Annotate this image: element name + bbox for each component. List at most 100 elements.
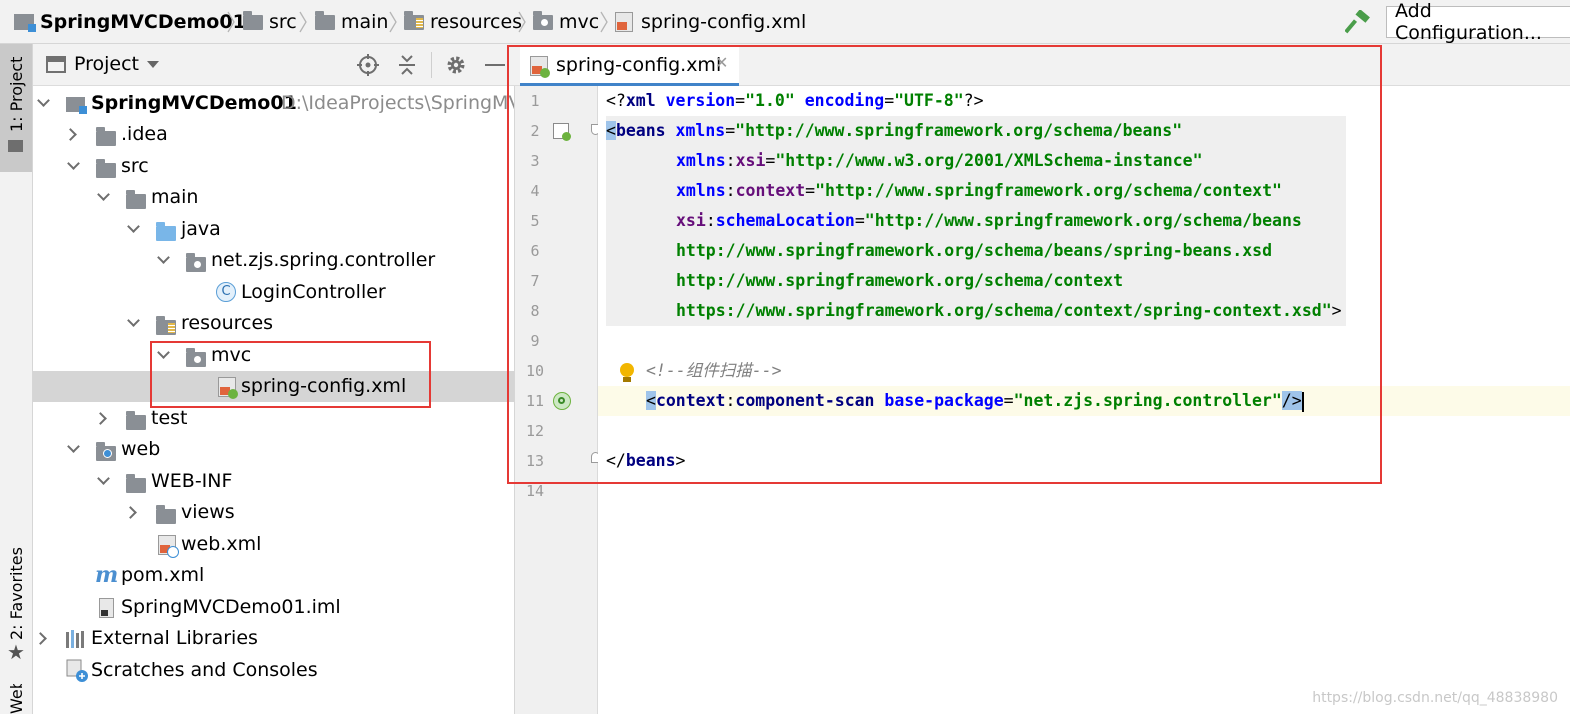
line-number: 3: [530, 152, 540, 170]
hide-icon[interactable]: [485, 64, 505, 66]
line-number: 14: [525, 482, 545, 500]
tree-item-views[interactable]: views: [33, 497, 514, 528]
tree-item-spring-config[interactable]: spring-config.xml: [33, 371, 514, 402]
code-line-13: </beans>: [606, 451, 686, 470]
tree-item-label: views: [181, 501, 235, 523]
line-number: 5: [530, 212, 540, 230]
breadcrumb-main[interactable]: main: [315, 0, 388, 44]
line-number: 6: [530, 242, 540, 260]
line-number: 1: [530, 92, 540, 110]
add-configuration-button[interactable]: Add Configuration...: [1386, 0, 1570, 44]
tree-item-java[interactable]: java: [33, 214, 514, 245]
code-line-5: xsi:schemaLocation="http://www.springfra…: [676, 211, 1302, 230]
project-view-selector[interactable]: Project: [74, 53, 139, 75]
tree-item-root[interactable]: SpringMVCDemo01 D:\IdeaProjects\SpringMV…: [33, 88, 515, 119]
project-tree[interactable]: SpringMVCDemo01 D:\IdeaProjects\SpringMV…: [33, 86, 515, 714]
breadcrumb-resources[interactable]: resources: [404, 0, 522, 44]
maven-icon: m: [95, 562, 119, 588]
line-number: 8: [530, 302, 540, 320]
module-icon: [14, 14, 36, 32]
code-editor[interactable]: <?xml version="1.0" encoding="UTF-8"?> <…: [598, 86, 1570, 714]
resources-folder-icon: [156, 316, 176, 335]
code-line-7: http://www.springframework.org/schema/co…: [676, 271, 1124, 290]
breadcrumb-label: spring-config.xml: [641, 11, 807, 33]
chevron-down-icon[interactable]: [147, 60, 159, 70]
folder-icon: [126, 474, 146, 493]
close-icon[interactable]: ✕: [715, 53, 728, 72]
tree-item-label: .idea: [121, 123, 168, 145]
spring-bean-gutter-icon[interactable]: [553, 123, 571, 141]
tree-item-label: WEB-INF: [151, 470, 233, 492]
separator-icon: [389, 11, 397, 33]
chevron-down-icon[interactable]: [157, 346, 170, 359]
code-line-2: <beans xmlns="http://www.springframework…: [606, 121, 1183, 140]
tree-item-mvc[interactable]: mvc: [33, 340, 514, 371]
locate-icon[interactable]: [356, 53, 380, 77]
tree-item-webxml[interactable]: web.xml: [33, 529, 514, 560]
chevron-right-icon[interactable]: [124, 506, 137, 519]
line-number: 10: [525, 362, 545, 380]
tree-item-logincontroller[interactable]: C LoginController: [33, 277, 514, 308]
tree-item-webinf[interactable]: WEB-INF: [33, 466, 514, 497]
iml-file-icon: [99, 598, 114, 618]
line-number: 11: [525, 392, 545, 410]
tree-item-test[interactable]: test: [33, 403, 514, 434]
hammer-icon[interactable]: [1345, 10, 1371, 34]
separator-icon: [600, 11, 608, 33]
tree-item-pom[interactable]: m pom.xml: [33, 560, 514, 591]
tree-item-src[interactable]: src: [33, 151, 514, 182]
web-folder-icon: [96, 442, 116, 461]
breadcrumb-file[interactable]: spring-config.xml: [615, 0, 806, 44]
code-line-3: xmlns:xsi="http://www.w3.org/2001/XMLSch…: [676, 151, 1203, 170]
tree-item-label: web: [121, 438, 161, 460]
spring-scan-gutter-icon[interactable]: [553, 392, 571, 410]
tree-item-label: SpringMVCDemo01.iml: [121, 596, 341, 618]
chevron-down-icon[interactable]: [37, 94, 50, 107]
chevron-down-icon[interactable]: [97, 188, 110, 201]
tool-window-strip: 1: Project 2: Favorites ★ Web: [0, 44, 33, 714]
chevron-right-icon[interactable]: [34, 632, 47, 645]
tree-item-label: resources: [181, 312, 274, 334]
chevron-down-icon[interactable]: [127, 220, 140, 233]
gear-icon[interactable]: [444, 53, 468, 77]
tree-item-package[interactable]: net.zjs.spring.controller: [33, 245, 514, 276]
web-tab-label: Web: [7, 684, 26, 714]
tree-item-label: mvc: [211, 344, 252, 366]
tree-item-iml[interactable]: SpringMVCDemo01.iml: [33, 592, 514, 623]
tree-item-external-libraries[interactable]: External Libraries: [33, 623, 514, 654]
collapse-all-icon[interactable]: [396, 53, 418, 77]
breadcrumb-label: resources: [430, 11, 523, 33]
tree-item-label: External Libraries: [91, 627, 258, 649]
breadcrumb-mvc[interactable]: mvc: [533, 0, 599, 44]
separator-icon: [227, 11, 235, 33]
project-view-icon: [46, 56, 66, 73]
tree-item-label: java: [181, 218, 221, 240]
breadcrumb-src[interactable]: src: [243, 0, 297, 44]
chevron-down-icon[interactable]: [157, 251, 170, 264]
chevron-down-icon[interactable]: [97, 472, 110, 485]
chevron-right-icon[interactable]: [94, 412, 107, 425]
favorites-tool-tab[interactable]: 2: Favorites ★: [0, 544, 32, 674]
lightbulb-icon[interactable]: [618, 362, 636, 384]
tree-item-scratches[interactable]: Scratches and Consoles: [33, 655, 514, 686]
tree-item-path: D:\IdeaProjects\SpringMVC: [281, 92, 515, 114]
tree-item-resources[interactable]: resources: [33, 308, 514, 339]
chevron-down-icon[interactable]: [67, 440, 80, 453]
tree-item-main[interactable]: main: [33, 182, 514, 213]
spring-xml-icon: [218, 377, 238, 399]
spring-xml-icon: [530, 56, 550, 78]
project-panel-header: Project: [33, 44, 515, 86]
chevron-down-icon[interactable]: [127, 314, 140, 327]
tree-item-idea[interactable]: .idea: [33, 119, 514, 150]
breadcrumb-label: mvc: [559, 11, 600, 33]
breadcrumb-module[interactable]: SpringMVCDemo01: [14, 0, 246, 44]
code-line-8: https://www.springframework.org/schema/c…: [676, 301, 1342, 320]
web-tool-tab[interactable]: Web: [0, 684, 32, 714]
chevron-down-icon[interactable]: [67, 157, 80, 170]
tree-item-web[interactable]: web: [33, 434, 514, 465]
editor-tab-spring-config[interactable]: spring-config.xml ✕: [520, 47, 739, 86]
line-number-gutter: 1 2 3 4 5 6 7 8 9 10 11 12 13 14: [515, 86, 600, 714]
package-icon: [533, 10, 553, 30]
chevron-right-icon[interactable]: [64, 128, 77, 141]
project-tool-tab[interactable]: 1: Project: [0, 44, 32, 172]
